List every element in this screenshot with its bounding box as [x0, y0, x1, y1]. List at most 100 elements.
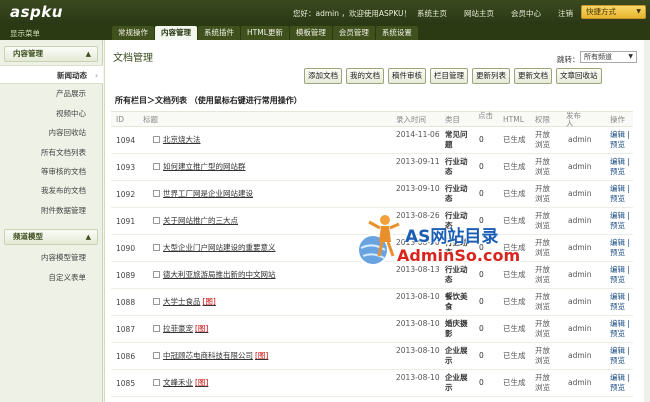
row-checkbox[interactable]: [153, 298, 160, 305]
sidebar-item-my-docs[interactable]: 我发布的文档: [0, 181, 102, 200]
table-row[interactable]: 1093 如何建立推广型的网站群 2013-09-11 行业动态 0 已生成 开放浏览 adm…: [111, 154, 633, 181]
update-list-button[interactable]: 更新列表: [472, 68, 510, 84]
watermark-line2: AdminSo.com: [397, 246, 521, 265]
link-site-home[interactable]: 网站主页: [464, 8, 494, 19]
my-documents-button[interactable]: 我的文档: [346, 68, 384, 84]
quick-access-button[interactable]: 快捷方式 ▼: [581, 5, 646, 19]
row-operations[interactable]: 编辑 | 预览: [610, 238, 632, 258]
category-manage-button[interactable]: 栏目管理: [430, 68, 468, 84]
row-title-link[interactable]: 文峰禾业 [图]: [163, 378, 208, 388]
row-operations[interactable]: 编辑 | 预览: [610, 184, 632, 204]
row-title[interactable]: 世界工厂网是企业网站建设: [163, 189, 253, 198]
table-row[interactable]: 1087 拉菲豪宠 [图] 2013-08-10 婚庆摄影 0 已生成 开放浏览 admin 编辑…: [111, 316, 633, 343]
app-logo[interactable]: aspku: [10, 3, 63, 21]
sidebar-item-pending[interactable]: 等审核的文档: [0, 162, 102, 181]
recycle-bin-button[interactable]: 文章回收站: [556, 68, 602, 84]
row-category[interactable]: 婚庆摄影: [445, 319, 473, 339]
row-operations[interactable]: 编辑 | 预览: [610, 157, 632, 177]
update-documents-button[interactable]: 更新文档: [514, 68, 552, 84]
row-checkbox[interactable]: [153, 352, 160, 359]
row-category[interactable]: 餐饮美食: [445, 292, 473, 312]
scrollbar[interactable]: [644, 40, 650, 402]
row-title[interactable]: 文峰禾业: [163, 378, 193, 387]
row-checkbox[interactable]: [153, 271, 160, 278]
row-checkbox[interactable]: [153, 379, 160, 386]
row-operations[interactable]: 编辑 | 预览: [610, 319, 632, 339]
row-title-link[interactable]: 拉菲豪宠 [图]: [163, 324, 208, 334]
sidebar-item-recycle[interactable]: 内容回收站: [0, 123, 102, 142]
sidebar-item-all-docs[interactable]: 所有文档列表: [0, 143, 102, 162]
col-date[interactable]: 录入时间: [396, 112, 426, 127]
row-operations[interactable]: 编辑 | 预览: [610, 130, 632, 150]
tab-templates[interactable]: 模板管理: [289, 26, 332, 40]
col-id[interactable]: ID: [116, 112, 124, 127]
row-title-link[interactable]: 大学士食品 [图]: [163, 297, 216, 307]
table-row[interactable]: 1092 世界工厂网是企业网站建设 2013-09-10 行业动态 0 已生成 开放浏览 ad…: [111, 181, 633, 208]
row-checkbox[interactable]: [153, 190, 160, 197]
row-category[interactable]: 常见问题: [445, 130, 473, 150]
row-permission: 开放浏览: [535, 346, 550, 365]
row-title[interactable]: 大型企业门户网站建设的重要意义: [163, 243, 276, 252]
row-id: 1089: [116, 271, 136, 280]
link-logout[interactable]: 注销: [558, 8, 573, 19]
sidebar-item-models[interactable]: 内容模型管理: [0, 248, 102, 267]
sidebar-item-forms[interactable]: 自定义表单: [0, 268, 102, 287]
add-document-button[interactable]: 添加文档: [304, 68, 342, 84]
row-title[interactable]: 如何建立推广型的网站群: [163, 162, 246, 171]
table-row[interactable]: 1086 中冠顾芯电商科技有限公司 [图] 2013-08-10 企业展示 0 已生成 开放浏…: [111, 343, 633, 370]
table-row[interactable]: 1085 文峰禾业 [图] 2013-08-10 企业展示 0 已生成 开放浏览 admin 编辑…: [111, 370, 633, 397]
chevron-up-icon: ▲: [85, 50, 91, 58]
row-checkbox[interactable]: [153, 244, 160, 251]
row-title[interactable]: 德大利亚旅游局推出新的中文网站: [163, 270, 276, 279]
sidebar-item-videos[interactable]: 视频中心: [0, 104, 102, 123]
row-title-link[interactable]: 如何建立推广型的网站群: [163, 162, 248, 172]
row-html-status: 已生成: [503, 324, 526, 333]
row-checkbox[interactable]: [153, 136, 160, 143]
row-title-link[interactable]: 关于网站推广的三大点: [163, 216, 240, 226]
tab-routine[interactable]: 常规操作: [112, 26, 154, 40]
row-category[interactable]: 行业动态: [445, 157, 473, 177]
tab-settings[interactable]: 系统设置: [375, 26, 418, 40]
row-checkbox[interactable]: [153, 217, 160, 224]
row-title[interactable]: 关于网站推广的三大点: [163, 216, 238, 225]
table-row[interactable]: 1094 北京烧大法 2014-11-06 常见问题 0 已生成 开放浏览 admin 编辑 |…: [111, 127, 633, 154]
link-system-home[interactable]: 系统主页: [417, 8, 447, 19]
link-member-center[interactable]: 会员中心: [511, 8, 541, 19]
row-category[interactable]: 行业动态: [445, 184, 473, 204]
sidebar-section-content[interactable]: 内容管理 ▲: [4, 46, 98, 62]
table-row[interactable]: 1088 大学士食品 [图] 2013-08-10 餐饮美食 0 已生成 开放浏览 admin 编…: [111, 289, 633, 316]
row-title-link[interactable]: 北京烧大法: [163, 135, 203, 145]
sidebar-item-attachments[interactable]: 附件数据管理: [0, 201, 102, 220]
row-title-link[interactable]: 中冠顾芯电商科技有限公司 [图]: [163, 351, 268, 361]
row-operations[interactable]: 编辑 | 预览: [610, 265, 632, 285]
row-operations[interactable]: 编辑 | 预览: [610, 346, 632, 366]
review-button[interactable]: 稿件审核: [388, 68, 426, 84]
row-title[interactable]: 中冠顾芯电商科技有限公司: [163, 351, 253, 360]
row-operations[interactable]: 编辑 | 预览: [610, 211, 632, 231]
row-title[interactable]: 拉菲豪宠: [163, 324, 193, 333]
tab-content-management[interactable]: 内容管理: [155, 26, 197, 40]
row-category[interactable]: 企业展示: [445, 373, 473, 393]
sidebar-section-channel[interactable]: 频道模型 ▲: [4, 229, 98, 246]
row-title[interactable]: 大学士食品: [163, 297, 201, 306]
row-checkbox[interactable]: [153, 163, 160, 170]
tab-members[interactable]: 会员管理: [332, 26, 375, 40]
row-operations[interactable]: 编辑 | 预览: [610, 373, 632, 393]
sidebar-item-products[interactable]: 产品展示: [0, 84, 102, 103]
tab-plugins[interactable]: 系统插件: [198, 26, 240, 40]
row-title-link[interactable]: 大型企业门户网站建设的重要意义: [163, 243, 278, 253]
sidebar-item-news[interactable]: 新闻动态: [0, 65, 103, 86]
col-title: 标题: [143, 115, 158, 124]
row-html-status: 已生成: [503, 297, 526, 306]
row-title-link[interactable]: 世界工厂网是企业网站建设: [163, 189, 255, 199]
tab-html-update[interactable]: HTML更新: [241, 26, 289, 40]
row-operations[interactable]: 编辑 | 预览: [610, 292, 632, 312]
row-publisher: admin: [568, 162, 592, 171]
row-title[interactable]: 北京烧大法: [163, 135, 201, 144]
show-menu-toggle[interactable]: 显示菜单: [10, 28, 40, 39]
row-category[interactable]: 企业展示: [445, 346, 473, 366]
row-title-link[interactable]: 德大利亚旅游局推出新的中文网站: [163, 270, 278, 280]
row-checkbox[interactable]: [153, 325, 160, 332]
col-clicks[interactable]: 点击: [478, 108, 493, 123]
channel-select[interactable]: 所有频道 ▼: [580, 51, 637, 63]
